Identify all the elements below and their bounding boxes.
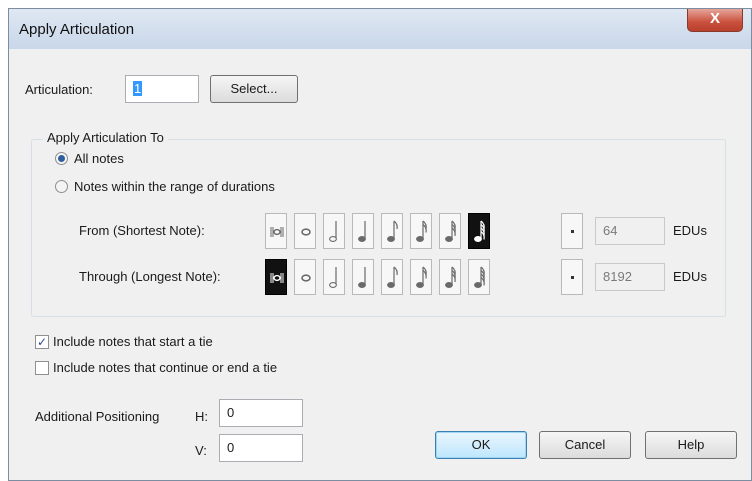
start-tie-label: Include notes that start a tie [53,334,213,349]
articulation-value: 1 [133,81,143,96]
articulation-label: Articulation: [25,82,93,97]
through-label: Through (Longest Note): [79,269,221,284]
help-button[interactable]: Help [645,431,737,459]
thirty-second-note-icon [445,220,456,242]
all-notes-label: All notes [74,151,124,166]
from-eighth-note-button[interactable] [381,213,403,249]
quarter-note-icon [358,267,366,288]
eighth-note-icon [387,220,398,242]
articulation-input[interactable]: 1 [125,75,199,103]
from-sixty-fourth-note-button[interactable] [468,213,490,249]
dialog-title: Apply Articulation [19,21,135,38]
whole-note-icon [301,274,311,282]
continue-tie-checkbox[interactable] [35,361,49,375]
additional-positioning-label: Additional Positioning [35,409,160,424]
continue-tie-label: Include notes that continue or end a tie [53,360,278,375]
half-note-icon [329,221,337,242]
through-dot-button[interactable] [561,259,583,295]
from-dot-button[interactable] [561,213,583,249]
from-whole-note-button[interactable] [294,213,316,249]
through-sixty-fourth-note-button[interactable] [468,259,490,295]
range-radio[interactable] [55,180,68,193]
through-edus-unit: EDUs [673,269,707,284]
from-quarter-note-button[interactable] [352,213,374,249]
ok-button[interactable]: OK [435,431,527,459]
from-thirty-second-note-button[interactable] [439,213,461,249]
through-thirty-second-note-button[interactable] [439,259,461,295]
apply-articulation-dialog: Apply Articulation X Articulation: 1 Sel… [8,8,752,481]
quarter-note-icon [358,221,366,242]
through-sixteenth-note-button[interactable] [410,259,432,295]
title-bar[interactable]: Apply Articulation X [9,9,751,49]
breve-icon [270,227,284,237]
breve-icon [270,273,284,283]
close-button[interactable]: X [687,9,743,32]
sixty-fourth-note-icon [474,266,485,288]
cancel-button[interactable]: Cancel [539,431,631,459]
through-eighth-note-button[interactable] [381,259,403,295]
from-edus-input[interactable]: 64 [595,217,665,245]
thirty-second-note-icon [445,266,456,288]
whole-note-icon [301,228,311,236]
sixteenth-note-icon [416,220,427,242]
close-icon: X [709,10,720,27]
from-sixteenth-note-button[interactable] [410,213,432,249]
sixteenth-note-icon [416,266,427,288]
h-label: H: [195,409,208,424]
h-input[interactable]: 0 [219,399,303,427]
all-notes-radio[interactable] [55,152,68,165]
through-breve-button[interactable] [265,259,287,295]
through-half-note-button[interactable] [323,259,345,295]
background-edge [0,0,8,481]
from-label: From (Shortest Note): [79,223,205,238]
from-half-note-button[interactable] [323,213,345,249]
select-button[interactable]: Select... [210,75,298,103]
from-breve-button[interactable] [265,213,287,249]
start-tie-checkbox[interactable]: ✓ [35,335,49,349]
from-edus-unit: EDUs [673,223,707,238]
v-label: V: [195,443,207,458]
v-input[interactable]: 0 [219,434,303,462]
sixty-fourth-note-icon [474,220,485,242]
through-edus-input[interactable]: 8192 [595,263,665,291]
checkmark-icon: ✓ [36,335,48,349]
through-whole-note-button[interactable] [294,259,316,295]
through-quarter-note-button[interactable] [352,259,374,295]
apply-to-group-title: Apply Articulation To [43,130,168,145]
range-label: Notes within the range of durations [74,179,275,194]
half-note-icon [329,267,337,288]
eighth-note-icon [387,266,398,288]
